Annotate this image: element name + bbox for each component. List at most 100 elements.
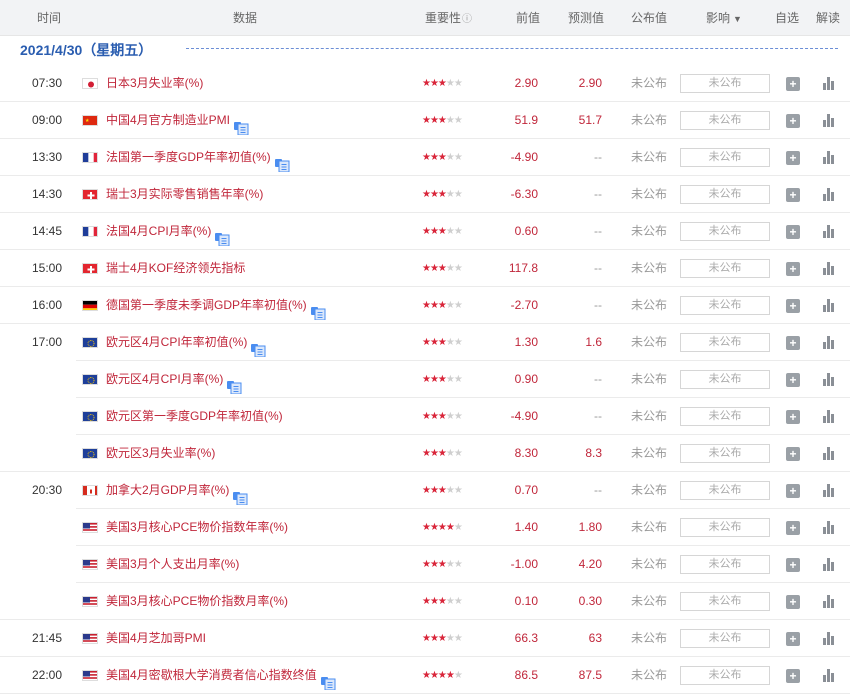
bar-chart-icon[interactable] — [822, 76, 836, 90]
impact-box: 未公布 — [680, 666, 770, 685]
add-watch-icon[interactable]: + — [786, 151, 800, 165]
event-name[interactable]: 美国4月芝加哥PMI — [106, 620, 206, 657]
forecast-value: -- — [594, 483, 602, 497]
add-watch-icon[interactable]: + — [786, 114, 800, 128]
bar-chart-icon[interactable] — [822, 668, 836, 682]
report-doc-icon[interactable] — [234, 113, 249, 136]
bar-chart-icon[interactable] — [822, 150, 836, 164]
table-row[interactable]: 17:00 欧元区4月CPI年率初值(%) ★★★★★ 1.30 1.6 未公布 未公布 + — [0, 324, 850, 361]
report-doc-icon[interactable] — [233, 483, 248, 506]
event-name[interactable]: 日本3月失业率(%) — [106, 65, 203, 102]
add-watch-icon[interactable]: + — [786, 299, 800, 313]
event-name[interactable]: 瑞士4月KOF经济领先指标 — [106, 250, 245, 287]
event-name-text: 中国4月官方制造业PMI — [106, 113, 231, 127]
add-watch-icon[interactable]: + — [786, 410, 800, 424]
forecast-value: 2.90 — [578, 76, 602, 90]
importance-stars: ★★★★★ — [422, 435, 463, 472]
bar-chart-icon[interactable] — [822, 224, 836, 238]
report-doc-icon[interactable] — [251, 335, 266, 358]
bar-chart-icon-bar — [831, 192, 834, 201]
table-row[interactable]: 22:00 美国4月密歇根大学消费者信心指数终值 ★★★★★ 86.5 87.5 未公布未… — [0, 657, 850, 694]
add-watch-icon[interactable]: + — [786, 225, 800, 239]
event-name[interactable]: 欧元区4月CPI月率(%) — [106, 361, 242, 398]
importance-stars: ★★★★★ — [422, 361, 463, 398]
table-row[interactable]: 欧元区4月CPI月率(%) ★★★★★ 0.90 -- 未公布 未公布 + — [0, 361, 850, 398]
event-name[interactable]: 美国3月个人支出月率(%) — [106, 546, 239, 583]
table-row[interactable]: 09:00 ★ 中国4月官方制造业PMI ★★★★★ 51.9 51.7 未公布 未公布 + — [0, 102, 850, 139]
table-row[interactable]: 美国3月核心PCE物价指数月率(%) ★★★★★ 0.10 0.30 未公布 未公布 + — [0, 583, 850, 620]
bar-chart-icon[interactable] — [822, 594, 836, 608]
bar-chart-icon[interactable] — [822, 557, 836, 571]
bar-chart-icon-bar — [827, 373, 830, 386]
bar-chart-icon[interactable] — [822, 483, 836, 497]
report-doc-icon[interactable] — [320, 668, 336, 691]
table-row[interactable]: 美国3月个人支出月率(%) ★★★★★ -1.00 4.20 未公布 未公布 + — [0, 546, 850, 583]
bar-chart-icon[interactable] — [822, 631, 836, 645]
add-watch-icon[interactable]: + — [786, 595, 800, 609]
event-name[interactable]: 法国4月CPI月率(%) — [106, 213, 230, 250]
add-watch-icon[interactable]: + — [786, 521, 800, 535]
add-watch-icon[interactable]: + — [786, 447, 800, 461]
bar-chart-icon-bar — [831, 525, 834, 534]
published-value: 未公布 — [631, 298, 668, 312]
report-doc-icon[interactable] — [274, 150, 290, 173]
table-row[interactable]: 14:30 瑞士3月实际零售销售年率(%) ★★★★★ -6.30 -- 未公布 未公布 + — [0, 176, 850, 213]
bar-chart-icon-bar — [823, 416, 826, 423]
event-name[interactable]: 中国4月官方制造业PMI — [106, 102, 249, 139]
event-name[interactable]: 欧元区4月CPI年率初值(%) — [106, 324, 266, 361]
info-icon[interactable]: ⓘ — [462, 14, 472, 25]
report-doc-icon[interactable] — [227, 372, 242, 395]
stars-filled: ★★★ — [422, 596, 447, 607]
table-row[interactable]: 欧元区第一季度GDP年率初值(%) ★★★★★ -4.90 -- 未公布 未公布 + — [0, 398, 850, 435]
bar-chart-icon[interactable] — [822, 298, 836, 312]
bar-chart-icon[interactable] — [822, 113, 836, 127]
report-doc-icon[interactable] — [310, 298, 326, 321]
bar-chart-icon[interactable] — [822, 520, 836, 534]
bar-chart-icon[interactable] — [822, 187, 836, 201]
table-row[interactable]: 16:00 德国第一季度未季调GDP年率初值(%) ★★★★★ -2.70 -- 未公布未… — [0, 287, 850, 324]
add-watch-icon[interactable]: + — [786, 484, 800, 498]
add-watch-icon[interactable]: + — [786, 77, 800, 91]
bar-chart-icon[interactable] — [822, 261, 836, 275]
header-importance-label: 重要性 — [425, 11, 462, 25]
previous-value: 117.8 — [508, 261, 538, 275]
table-row[interactable]: 13:30 法国第一季度GDP年率初值(%) ★★★★★ -4.90 -- 未公布 未公布 + — [0, 139, 850, 176]
bar-chart-icon-bar — [827, 188, 830, 201]
bar-chart-icon[interactable] — [822, 335, 836, 349]
add-watch-icon[interactable]: + — [786, 632, 800, 646]
add-watch-icon[interactable]: + — [786, 669, 800, 683]
table-row[interactable]: 20:30 加拿大2月GDP月率(%) ★★★★★ 0.70 -- 未公布 未公布 + — [0, 472, 850, 509]
previous-value: 86.5 — [514, 668, 538, 682]
add-watch-icon[interactable]: + — [786, 373, 800, 387]
report-doc-icon[interactable] — [215, 224, 230, 247]
bar-chart-icon[interactable] — [822, 372, 836, 386]
add-watch-icon[interactable]: + — [786, 188, 800, 202]
bar-chart-icon[interactable] — [822, 409, 836, 423]
event-name[interactable]: 美国3月核心PCE物价指数年率(%) — [106, 509, 288, 546]
table-row[interactable]: 15:00 瑞士4月KOF经济领先指标 ★★★★★ 117.8 -- 未公布 未公布 + — [0, 250, 850, 287]
event-name[interactable]: 瑞士3月实际零售销售年率(%) — [106, 176, 263, 213]
event-name[interactable]: 欧元区3月失业率(%) — [106, 435, 215, 472]
add-watch-icon[interactable]: + — [786, 336, 800, 350]
event-name[interactable]: 法国第一季度GDP年率初值(%) — [106, 139, 290, 176]
table-row[interactable]: 14:45 法国4月CPI月率(%) ★★★★★ 0.60 -- 未公布 未公布 + — [0, 213, 850, 250]
header-data: 数据 — [233, 11, 258, 25]
event-name[interactable]: 德国第一季度未季调GDP年率初值(%) — [106, 287, 326, 324]
published-value: 未公布 — [631, 446, 668, 460]
stars-filled: ★★★ — [422, 152, 447, 163]
header-impact[interactable]: 影响 ▼ — [706, 0, 742, 36]
table-row[interactable]: 美国3月核心PCE物价指数年率(%) ★★★★★ 1.40 1.80 未公布 未公布 + — [0, 509, 850, 546]
event-name[interactable]: 美国3月核心PCE物价指数月率(%) — [106, 583, 288, 620]
bar-chart-icon-bar — [831, 599, 834, 608]
bar-chart-icon-bar — [823, 601, 826, 608]
bar-chart-icon-bar — [823, 120, 826, 127]
add-watch-icon[interactable]: + — [786, 262, 800, 276]
add-watch-icon[interactable]: + — [786, 558, 800, 572]
event-name[interactable]: 欧元区第一季度GDP年率初值(%) — [106, 398, 283, 435]
event-name[interactable]: 美国4月密歇根大学消费者信心指数终值 — [106, 657, 336, 694]
table-row[interactable]: 欧元区3月失业率(%) ★★★★★ 8.30 8.3 未公布 未公布 + — [0, 435, 850, 472]
table-row[interactable]: 07:30 日本3月失业率(%) ★★★★★ 2.90 2.90 未公布 未公布 + — [0, 65, 850, 102]
table-row[interactable]: 21:45 美国4月芝加哥PMI ★★★★★ 66.3 63 未公布 未公布 + — [0, 620, 850, 657]
bar-chart-icon[interactable] — [822, 446, 836, 460]
event-name[interactable]: 加拿大2月GDP月率(%) — [106, 472, 248, 509]
